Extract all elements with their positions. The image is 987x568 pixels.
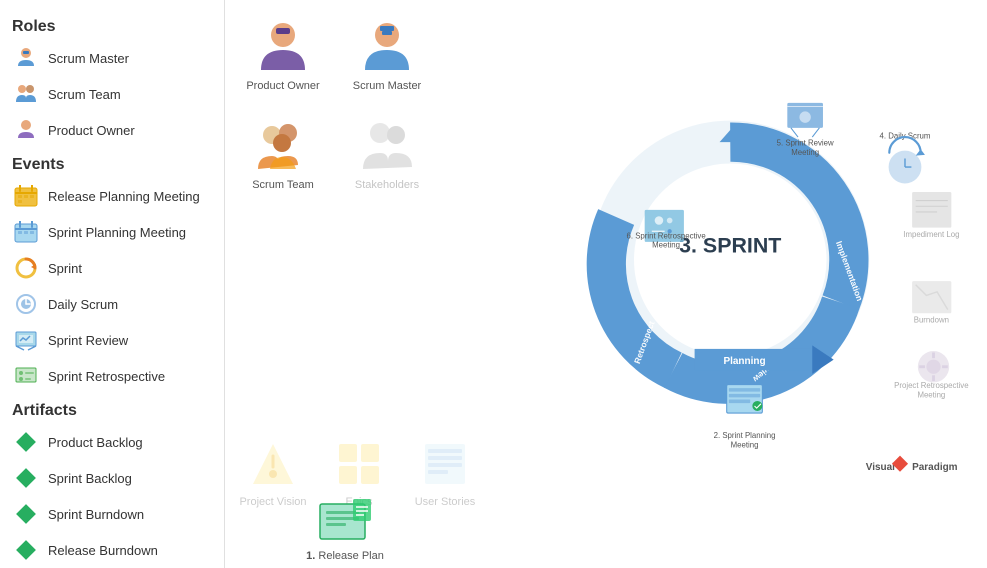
- sidebar-item-sprint-burndown[interactable]: Sprint Burndown: [0, 496, 224, 532]
- daily-scrum-icon: [12, 290, 40, 318]
- sidebar-item-daily-scrum[interactable]: Daily Scrum: [0, 286, 224, 322]
- release-planning-icon: [12, 182, 40, 210]
- scrum-team-icon: [12, 80, 40, 108]
- icon-label: Scrum Master: [353, 80, 421, 92]
- svg-text:Meeting: Meeting: [731, 440, 759, 449]
- sprint-icon: [12, 254, 40, 282]
- step1-label: 1. Release Plan: [305, 549, 385, 563]
- release-burndown-icon: [12, 536, 40, 564]
- icon-label: Stakeholders: [355, 179, 419, 191]
- sidebar-item-product-backlog[interactable]: Product Backlog: [0, 424, 224, 460]
- icon-epics[interactable]: Epics: [319, 436, 399, 508]
- sidebar-item-label: Scrum Team: [48, 87, 121, 102]
- icon-scrum-team[interactable]: Scrum Team: [233, 107, 333, 202]
- main-content: Product Owner Scrum Master: [225, 0, 987, 568]
- product-owner-figure: [256, 20, 311, 75]
- svg-text:Impediment Log: Impediment Log: [903, 230, 959, 239]
- release-plan-icon: [305, 499, 385, 549]
- sidebar: Roles Scrum Master Scrum Team: [0, 0, 225, 568]
- sidebar-item-sprint-planning[interactable]: Sprint Planning Meeting: [0, 214, 224, 250]
- scrum-master-figure: [360, 20, 415, 75]
- sidebar-item-label: Sprint Burndown: [48, 507, 144, 522]
- icon-project-vision[interactable]: Project Vision: [233, 436, 313, 508]
- sidebar-item-label: Product Backlog: [48, 435, 143, 450]
- sprint-review-icon: [12, 326, 40, 354]
- sidebar-item-label: Release Planning Meeting: [48, 189, 200, 204]
- sidebar-item-label: Release Burndown: [48, 543, 158, 558]
- sidebar-item-scrum-team[interactable]: Scrum Team: [0, 76, 224, 112]
- sidebar-item-sprint[interactable]: Sprint: [0, 250, 224, 286]
- sidebar-item-label: Product Owner: [48, 123, 135, 138]
- sidebar-item-release-burndown[interactable]: Release Burndown: [0, 532, 224, 568]
- product-backlog-icon: [12, 428, 40, 456]
- svg-text:Meeting: Meeting: [791, 148, 819, 157]
- sidebar-item-label: Sprint Retrospective: [48, 369, 165, 384]
- sidebar-item-label: Sprint: [48, 261, 82, 276]
- roles-section-title: Roles: [0, 10, 224, 40]
- icon-stakeholders[interactable]: Stakeholders: [337, 107, 437, 202]
- product-owner-icon: [12, 116, 40, 144]
- sprint-burndown-icon: [12, 500, 40, 528]
- icon-label: Project Vision: [239, 496, 306, 508]
- epics-figure: [332, 436, 387, 491]
- svg-text:Burndown: Burndown: [914, 316, 949, 325]
- stakeholders-figure: [360, 119, 415, 174]
- sidebar-item-label: Sprint Review: [48, 333, 128, 348]
- scrum-master-icon: [12, 44, 40, 72]
- svg-text:5. Sprint Review: 5. Sprint Review: [777, 139, 834, 148]
- scrum-team-figure: [256, 119, 311, 174]
- icon-label: Scrum Team: [252, 179, 314, 191]
- sidebar-item-label: Daily Scrum: [48, 297, 118, 312]
- svg-text:6. Sprint Retrospective: 6. Sprint Retrospective: [626, 231, 705, 240]
- sprint-backlog-icon: [12, 464, 40, 492]
- sidebar-item-sprint-retro[interactable]: Sprint Retrospective: [0, 358, 224, 394]
- roles-grid: Product Owner Scrum Master: [233, 8, 437, 202]
- svg-text:Planning: Planning: [723, 356, 765, 367]
- sidebar-item-label: Scrum Master: [48, 51, 129, 66]
- svg-text:Project Retrospective: Project Retrospective: [894, 381, 968, 390]
- svg-text:Meeting: Meeting: [652, 241, 680, 250]
- sprint-retro-icon: [12, 362, 40, 390]
- svg-text:4. Daily Scrum: 4. Daily Scrum: [880, 132, 931, 141]
- artifacts-section-title: Artifacts: [0, 394, 224, 424]
- svg-text:Visual: Visual: [866, 462, 895, 473]
- icon-label: Product Owner: [246, 80, 319, 92]
- sprint-planning-icon: [12, 218, 40, 246]
- step1-release-plan[interactable]: 1. Release Plan: [305, 499, 385, 563]
- sidebar-item-sprint-backlog[interactable]: Sprint Backlog: [0, 460, 224, 496]
- sidebar-item-release-planning[interactable]: Release Planning Meeting: [0, 178, 224, 214]
- svg-text:Paradigm: Paradigm: [912, 462, 958, 473]
- svg-text:2. Sprint Planning: 2. Sprint Planning: [714, 431, 776, 440]
- icon-product-owner[interactable]: Product Owner: [233, 8, 333, 103]
- project-vision-figure: [246, 436, 301, 491]
- icon-scrum-master[interactable]: Scrum Master: [337, 8, 437, 103]
- sidebar-item-label: Sprint Backlog: [48, 471, 132, 486]
- events-section-title: Events: [0, 148, 224, 178]
- sprint-cycle-diagram: 3. SPRINT Implementation Review Retrospe…: [445, 0, 987, 568]
- sidebar-item-product-owner[interactable]: Product Owner: [0, 112, 224, 148]
- svg-text:Meeting: Meeting: [917, 390, 945, 399]
- sidebar-item-label: Sprint Planning Meeting: [48, 225, 186, 240]
- sidebar-item-sprint-review[interactable]: Sprint Review: [0, 322, 224, 358]
- sidebar-item-scrum-master[interactable]: Scrum Master: [0, 40, 224, 76]
